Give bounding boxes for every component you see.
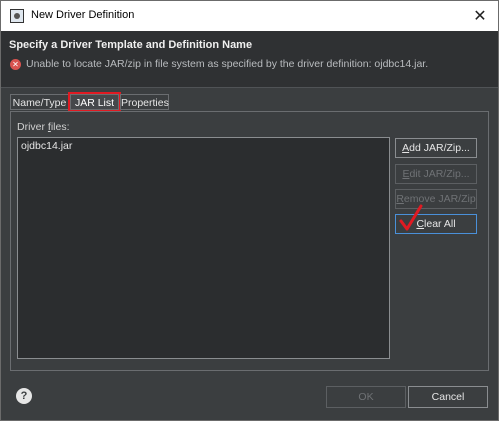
header-divider: [1, 87, 498, 88]
jar-list-panel: Driver files: ojdbc14.jar Add JAR/Zip...…: [10, 111, 489, 371]
cancel-button[interactable]: Cancel: [408, 386, 488, 408]
tab-properties[interactable]: Properties: [120, 94, 169, 110]
error-message: Unable to locate JAR/zip in file system …: [26, 58, 429, 70]
help-icon[interactable]: ?: [16, 388, 32, 404]
checkmark-annotation-icon: [399, 204, 423, 231]
title-bar: New Driver Definition ✕: [1, 1, 498, 31]
window-title: New Driver Definition: [31, 9, 135, 21]
driver-files-list[interactable]: ojdbc14.jar: [17, 137, 390, 359]
header-title: Specify a Driver Template and Definition…: [9, 39, 253, 51]
edit-jar-button[interactable]: Edit JAR/Zip...: [395, 164, 477, 184]
app-icon: [10, 9, 24, 23]
dialog-window: New Driver Definition ✕ Specify a Driver…: [0, 0, 499, 421]
add-jar-button[interactable]: Add JAR/Zip...: [395, 138, 477, 158]
ok-button[interactable]: OK: [326, 386, 406, 408]
tab-jar-list[interactable]: JAR List: [68, 92, 121, 112]
error-icon: ✕: [10, 59, 21, 70]
dialog-header: Specify a Driver Template and Definition…: [1, 31, 498, 87]
close-icon[interactable]: ✕: [468, 6, 492, 26]
tab-name-type[interactable]: Name/Type: [10, 94, 69, 110]
driver-files-label: Driver files:: [17, 121, 70, 133]
list-item[interactable]: ojdbc14.jar: [21, 140, 72, 152]
